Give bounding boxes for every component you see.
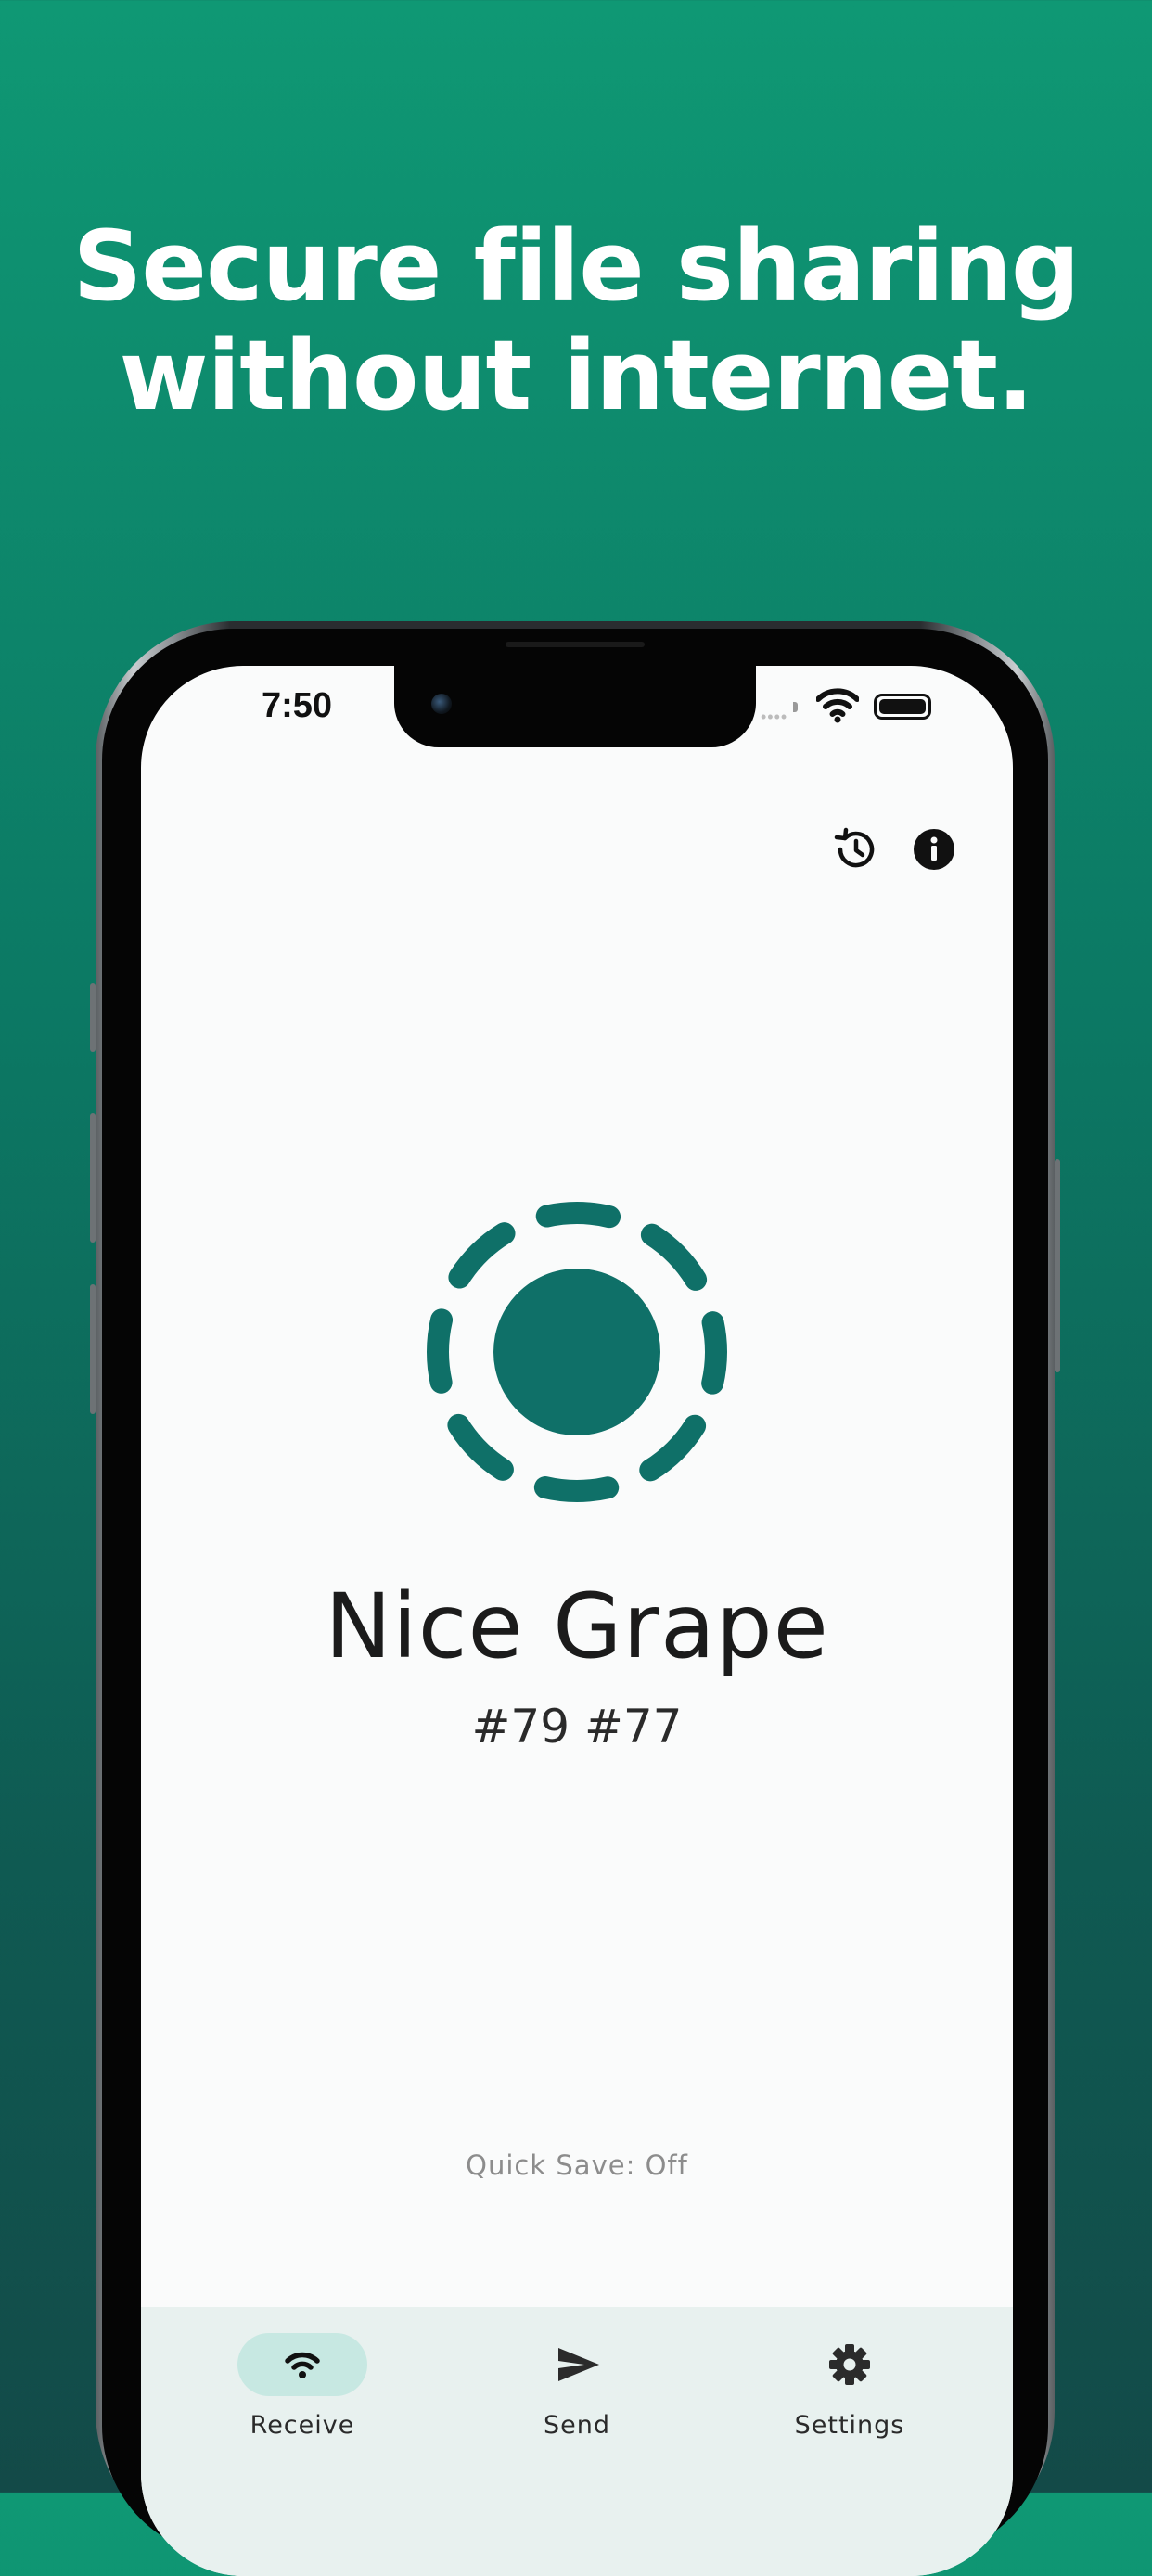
- nav-item-send[interactable]: Send: [456, 2307, 698, 2455]
- phone-volume-up-button: [90, 1113, 96, 1243]
- gear-icon: [829, 2344, 870, 2385]
- device-id: #79 #77: [471, 1700, 683, 1753]
- nav-label-send: Send: [543, 2411, 610, 2440]
- wifi-icon: [816, 688, 859, 723]
- nav-item-settings[interactable]: Settings: [729, 2307, 970, 2455]
- phone-volume-down-button: [90, 1284, 96, 1414]
- battery-icon: [874, 694, 931, 720]
- front-camera: [431, 694, 452, 714]
- wifi-icon: [285, 2352, 320, 2378]
- info-icon[interactable]: [906, 822, 962, 877]
- nav-item-receive[interactable]: Receive: [182, 2307, 423, 2455]
- phone-speaker: [506, 642, 645, 647]
- phone-side-button: [90, 983, 96, 1052]
- status-time: 7:50: [262, 686, 333, 725]
- headline-line-1: Secure file sharing: [72, 210, 1081, 323]
- dashed-circle-logo-icon: [427, 1202, 727, 1502]
- nav-label-settings: Settings: [794, 2411, 905, 2440]
- send-icon: [558, 2348, 599, 2381]
- quick-save-status[interactable]: Quick Save: Off: [141, 2149, 1013, 2181]
- headline: Secure file sharing without internet.: [0, 211, 1152, 430]
- headline-line-2: without internet.: [119, 319, 1034, 432]
- phone-power-button: [1055, 1159, 1060, 1372]
- signal-dots: ••••: [761, 708, 788, 726]
- battery-level: [879, 699, 926, 714]
- phone-screen: 7:50 •••• Nice Grape #79 #77 Quick Save:…: [141, 666, 1013, 2576]
- bottom-navigation: Receive Send Settings: [141, 2307, 1013, 2576]
- nav-label-receive: Receive: [250, 2411, 355, 2440]
- device-name: Nice Grape: [325, 1575, 829, 1678]
- history-icon[interactable]: [827, 822, 883, 877]
- battery-cap: [793, 702, 798, 712]
